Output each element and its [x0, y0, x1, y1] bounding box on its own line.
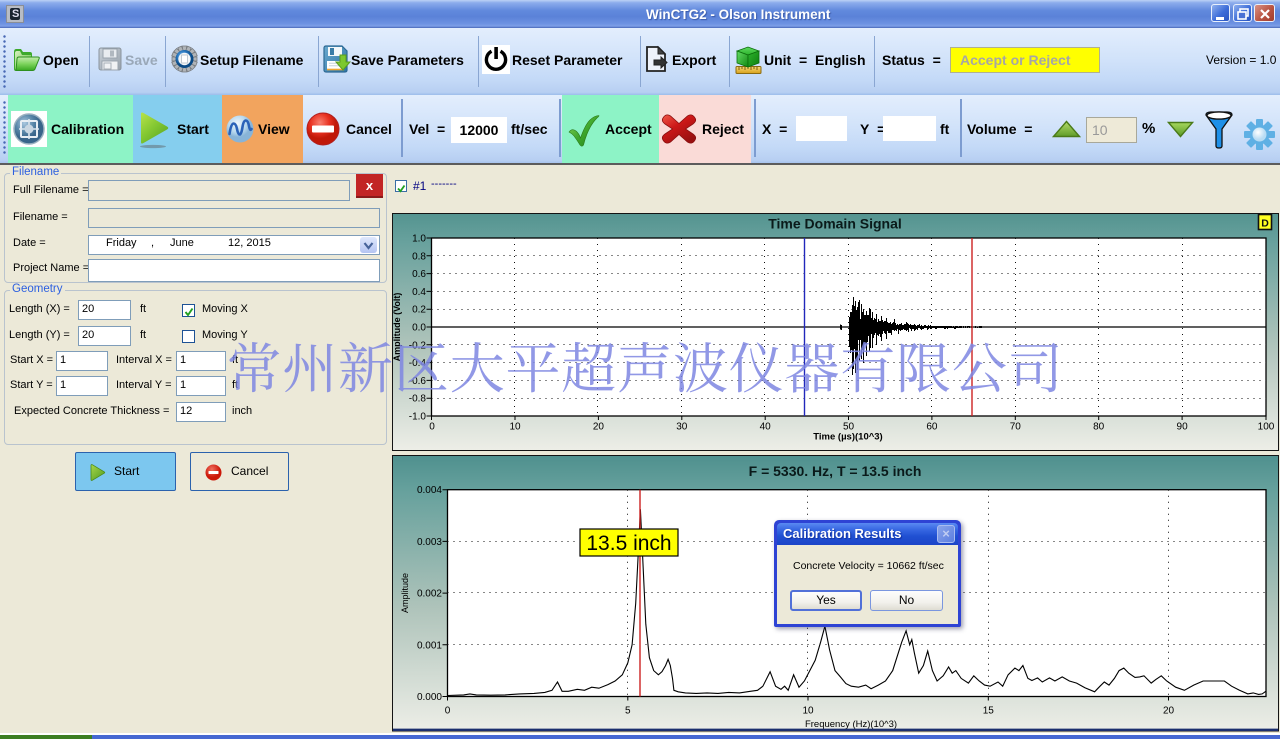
svg-text:D: D	[1261, 218, 1269, 230]
svg-text:-0.6: -0.6	[409, 376, 427, 387]
svg-text:-1.0: -1.0	[409, 412, 427, 423]
svg-text:0.001: 0.001	[417, 640, 442, 651]
svg-text:30: 30	[676, 422, 688, 433]
svg-text:-0.4: -0.4	[409, 358, 427, 369]
svg-text:0.002: 0.002	[417, 589, 442, 600]
svg-text:F = 5330. Hz, T = 13.5 inch: F = 5330. Hz, T = 13.5 inch	[749, 463, 922, 479]
svg-text:20: 20	[593, 422, 605, 433]
svg-text:Frequency (Hz)(10^3): Frequency (Hz)(10^3)	[805, 719, 897, 730]
svg-text:90: 90	[1177, 422, 1189, 433]
svg-text:10: 10	[802, 706, 814, 717]
svg-text:0: 0	[429, 422, 435, 433]
svg-text:5: 5	[625, 706, 631, 717]
svg-text:Amplitude: Amplitude	[400, 573, 410, 613]
svg-text:0: 0	[445, 706, 451, 717]
svg-text:13.5 inch: 13.5 inch	[586, 532, 671, 555]
svg-text:0.004: 0.004	[417, 485, 442, 496]
svg-text:0.2: 0.2	[412, 305, 426, 316]
svg-text:10: 10	[509, 422, 521, 433]
svg-text:Amplitude (Volt): Amplitude (Volt)	[392, 293, 402, 362]
svg-text:-0.8: -0.8	[409, 394, 427, 405]
svg-text:0.003: 0.003	[417, 537, 442, 548]
svg-text:Time Domain Signal: Time Domain Signal	[768, 216, 902, 232]
svg-text:60: 60	[926, 422, 938, 433]
svg-text:70: 70	[1010, 422, 1022, 433]
svg-text:80: 80	[1093, 422, 1105, 433]
svg-text:1.0: 1.0	[412, 234, 426, 245]
svg-text:0.000: 0.000	[417, 692, 442, 703]
svg-text:40: 40	[760, 422, 772, 433]
svg-text:0.0: 0.0	[412, 323, 426, 334]
svg-text:20: 20	[1163, 706, 1175, 717]
svg-text:100: 100	[1258, 422, 1275, 433]
svg-text:Time (µs)(10^3): Time (µs)(10^3)	[813, 432, 882, 443]
svg-text:15: 15	[983, 706, 995, 717]
svg-text:0.8: 0.8	[412, 251, 426, 262]
svg-text:0.4: 0.4	[412, 287, 426, 298]
svg-text:0.6: 0.6	[412, 269, 426, 280]
svg-text:-0.2: -0.2	[409, 340, 427, 351]
